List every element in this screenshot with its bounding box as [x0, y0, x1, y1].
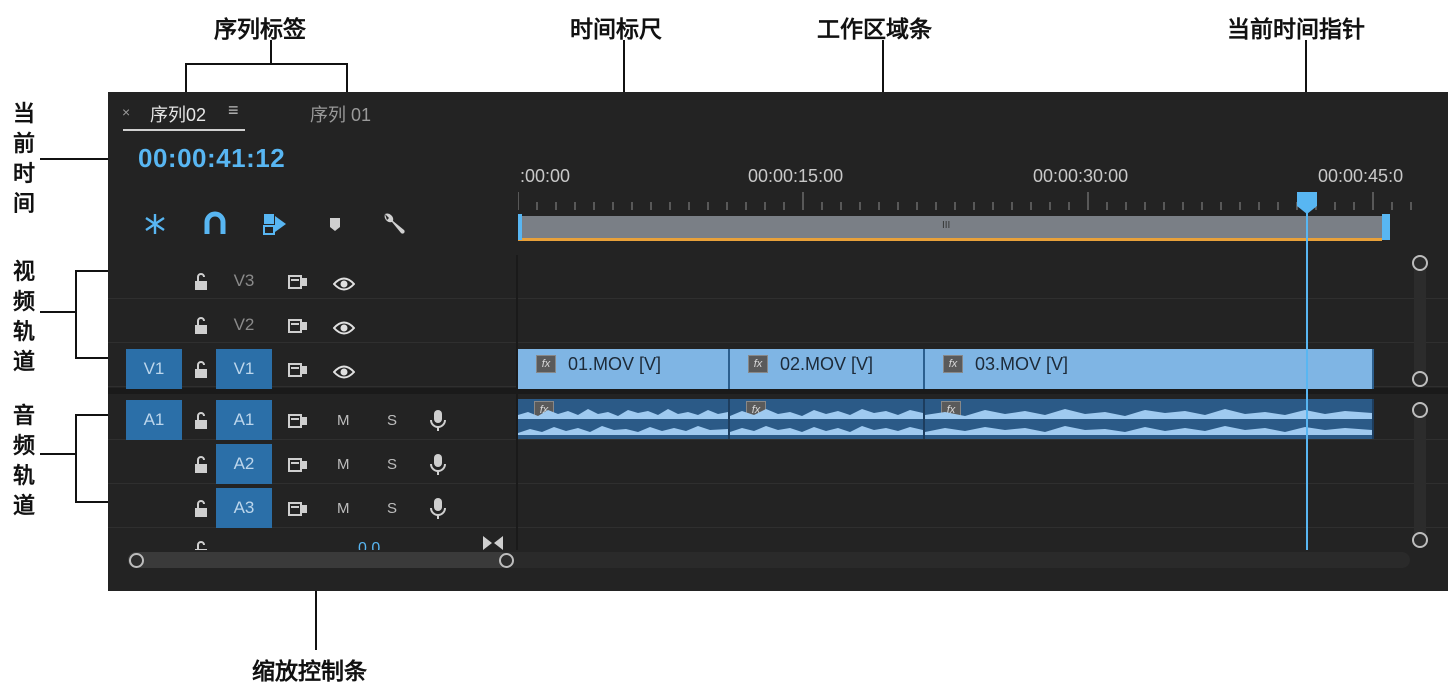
- solo-button-a1[interactable]: S: [387, 412, 397, 429]
- sync-lock-icon[interactable]: [287, 271, 309, 293]
- timeline-panel: × 序列02 ≡ 序列 01 00:00:41:12 :00:00 00:00:…: [108, 92, 1448, 591]
- video-vertical-scrollbar[interactable]: [1412, 255, 1428, 387]
- work-area-bar[interactable]: III: [518, 216, 1382, 241]
- annotation-time-ruler: 时间标尺: [570, 17, 662, 43]
- fx-badge: fx: [748, 355, 768, 373]
- source-patch-v1[interactable]: V1: [126, 349, 182, 389]
- playhead-line[interactable]: [1306, 210, 1308, 550]
- annotation-playhead: 当前时间指针: [1227, 17, 1365, 43]
- tab-close-icon[interactable]: ×: [122, 104, 130, 120]
- lock-icon[interactable]: [190, 315, 212, 337]
- annotation-video-tracks: 视频轨道: [12, 260, 35, 375]
- clip-label: 02.MOV [V]: [780, 354, 874, 374]
- scroll-handle-top[interactable]: [1412, 255, 1428, 271]
- track-name-a1[interactable]: A1: [216, 400, 272, 440]
- sync-lock-icon[interactable]: [287, 410, 309, 432]
- solo-button-a3[interactable]: S: [387, 500, 397, 517]
- work-area-end-handle[interactable]: [1382, 214, 1390, 240]
- track-row-a2: [108, 440, 1448, 484]
- tab-sequence-01[interactable]: 序列 01: [310, 101, 371, 127]
- zoom-to-fit-icon[interactable]: [482, 535, 504, 551]
- scroll-handle-top[interactable]: [1412, 402, 1428, 418]
- wrench-settings-icon[interactable]: [379, 210, 407, 238]
- mute-button-a1[interactable]: M: [337, 412, 350, 429]
- track-name-v1[interactable]: V1: [216, 349, 272, 389]
- tab-sequence-02[interactable]: 序列02: [150, 101, 206, 127]
- fx-badge: fx: [536, 355, 556, 373]
- time-ruler[interactable]: [518, 192, 1423, 212]
- lock-icon[interactable]: [190, 539, 212, 550]
- track-name-v2[interactable]: V2: [216, 305, 272, 345]
- eye-visibility-icon[interactable]: [333, 273, 355, 295]
- zoom-handle-left[interactable]: [129, 553, 144, 568]
- video-clip-01[interactable]: fx 01.MOV [V]: [518, 349, 730, 389]
- annotation-zoom-bar: 缩放控制条: [252, 659, 367, 685]
- track-name-a3[interactable]: A3: [216, 488, 272, 528]
- clip-label: 01.MOV [V]: [568, 354, 662, 374]
- snap-magnet-icon[interactable]: [201, 210, 229, 238]
- work-area-grip[interactable]: III: [942, 220, 950, 231]
- clip-label: 03.MOV [V]: [975, 354, 1069, 374]
- mute-button-a3[interactable]: M: [337, 500, 350, 517]
- audio-waveform: [730, 409, 923, 435]
- track-row-v3: [108, 255, 1448, 299]
- zoom-scroll-thumb[interactable]: [128, 552, 508, 568]
- audio-clip-01[interactable]: fx: [518, 399, 730, 439]
- ruler-label-45: 00:00:45:0: [1318, 166, 1404, 186]
- video-clip-02[interactable]: fx 02.MOV [V]: [730, 349, 925, 389]
- track-row-v2: [108, 299, 1448, 343]
- master-track-row: 0.0: [108, 534, 516, 550]
- track-name-a2[interactable]: A2: [216, 444, 272, 484]
- lock-icon[interactable]: [190, 454, 212, 476]
- microphone-icon[interactable]: [427, 453, 449, 475]
- tab-menu-icon[interactable]: ≡: [228, 100, 239, 121]
- scroll-handle-bottom[interactable]: [1412, 532, 1428, 548]
- lock-icon[interactable]: [190, 271, 212, 293]
- ruler-label-15: 00:00:15:00: [748, 166, 844, 186]
- current-timecode[interactable]: 00:00:41:12: [138, 143, 285, 174]
- audio-clip-02[interactable]: fx: [730, 399, 925, 439]
- eye-visibility-icon[interactable]: [333, 361, 355, 383]
- annotation-sequence-tabs: 序列标签: [214, 17, 306, 43]
- microphone-icon[interactable]: [427, 409, 449, 431]
- eye-visibility-icon[interactable]: [333, 317, 355, 339]
- ruler-label-0: :00:00: [520, 166, 571, 186]
- solo-button-a2[interactable]: S: [387, 456, 397, 473]
- audio-waveform: [925, 409, 1372, 435]
- work-area-start-handle[interactable]: [518, 214, 522, 240]
- annotation-current-time: 当前时间: [12, 102, 35, 217]
- fx-badge: fx: [943, 355, 963, 373]
- zoom-handle-right[interactable]: [499, 553, 514, 568]
- microphone-icon[interactable]: [427, 497, 449, 519]
- source-patch-a1[interactable]: A1: [126, 400, 182, 440]
- audio-waveform: [518, 409, 728, 435]
- audio-vertical-scrollbar[interactable]: [1412, 402, 1428, 548]
- track-row-a3: [108, 484, 1448, 528]
- sync-lock-icon[interactable]: [287, 359, 309, 381]
- lock-icon[interactable]: [190, 410, 212, 432]
- add-marker-icon[interactable]: [321, 210, 349, 238]
- snap-nested-icon[interactable]: [141, 210, 169, 238]
- lock-icon[interactable]: [190, 498, 212, 520]
- master-volume-value[interactable]: 0.0: [358, 540, 380, 550]
- ruler-label-30: 00:00:30:00: [1033, 166, 1129, 186]
- annotation-audio-tracks: 音频轨道: [12, 404, 35, 519]
- sync-lock-icon[interactable]: [287, 315, 309, 337]
- linked-selection-icon[interactable]: [261, 210, 289, 238]
- annotation-work-area-bar: 工作区域条: [817, 17, 932, 43]
- track-name-v3[interactable]: V3: [216, 261, 272, 301]
- sync-lock-icon[interactable]: [287, 498, 309, 520]
- active-tab-underline: [123, 129, 245, 131]
- sync-lock-icon[interactable]: [287, 454, 309, 476]
- lock-icon[interactable]: [190, 359, 212, 381]
- scroll-handle-bottom[interactable]: [1412, 371, 1428, 387]
- mute-button-a2[interactable]: M: [337, 456, 350, 473]
